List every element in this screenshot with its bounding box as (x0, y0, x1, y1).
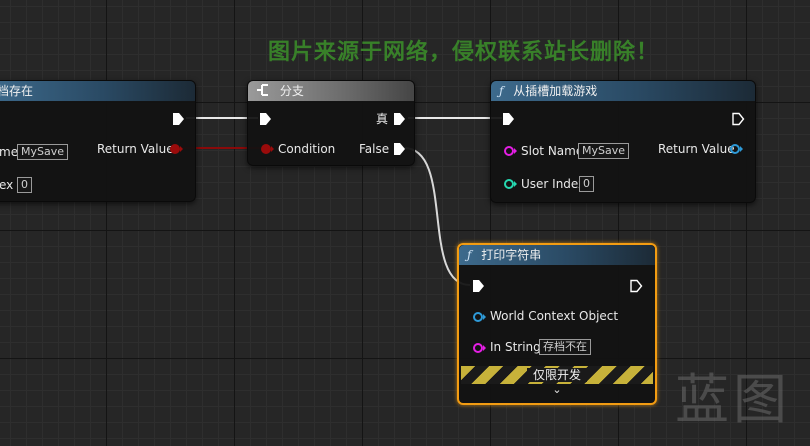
world-context-pin-icon[interactable] (472, 311, 486, 323)
slot-name-label: me (0, 145, 19, 159)
in-string-label: In String (490, 340, 541, 354)
world-context-label: World Context Object (490, 309, 619, 323)
f-function-icon: ƒ (499, 84, 504, 98)
expand-chevron-icon[interactable]: ⌄ (459, 383, 655, 396)
slot-name-pin-icon[interactable] (503, 145, 517, 157)
return-value-label: Return Value (97, 142, 174, 156)
false-label: False (359, 142, 390, 156)
node-title: 分支 (279, 84, 304, 98)
user-index-label: ex (0, 178, 14, 192)
node-header[interactable]: ƒ 从插槽加载游戏 (491, 81, 755, 101)
exec-false-pin-icon[interactable] (392, 142, 406, 156)
development-only-label: 仅限开发 (526, 368, 587, 382)
node-header[interactable]: 分支 (248, 81, 414, 101)
user-index-field[interactable]: 0 (579, 176, 594, 192)
in-string-field[interactable]: 存档不在 (539, 339, 591, 355)
exec-in-pin-icon[interactable] (501, 112, 515, 126)
watermark-corner-text: 蓝图 (675, 368, 791, 431)
development-only-banner: 仅限开发 (461, 366, 653, 384)
node-does-save-exist[interactable]: 档存在 me MySave Return Value ex 0 (0, 80, 196, 202)
branch-icon (257, 84, 268, 96)
node-title: 从插槽加载游戏 (513, 84, 598, 98)
node-title: 档存在 (0, 84, 34, 98)
exec-out-pin-icon[interactable] (171, 112, 185, 126)
slot-name-field[interactable]: MySave (578, 143, 630, 159)
true-label: 真 (376, 112, 389, 126)
return-value-pin-icon[interactable] (729, 143, 743, 155)
node-print-string[interactable]: ƒ 打印字符串 World Context Object In String 存… (457, 243, 657, 405)
user-index-pin-icon[interactable] (503, 178, 517, 190)
node-header[interactable]: ƒ 打印字符串 (459, 245, 655, 265)
watermark-top-text: 图片来源于网络，侵权联系站长删除！ (268, 40, 660, 65)
exec-in-pin-icon[interactable] (258, 112, 272, 126)
slot-name-label: Slot Name (521, 144, 584, 158)
condition-label: Condition (278, 142, 336, 156)
user-index-label: User Index (521, 177, 586, 191)
node-header[interactable]: 档存在 (0, 81, 195, 101)
exec-in-pin-icon[interactable] (471, 279, 485, 293)
f-function-icon: ƒ (467, 248, 472, 262)
exec-out-pin-icon[interactable] (629, 279, 643, 293)
node-title: 打印字符串 (481, 248, 542, 262)
return-value-pin-icon[interactable] (169, 143, 183, 155)
exec-out-pin-icon[interactable] (731, 112, 745, 126)
condition-pin-icon[interactable] (260, 143, 274, 155)
in-string-pin-icon[interactable] (472, 342, 486, 354)
slot-name-field[interactable]: MySave (17, 144, 69, 160)
user-index-field[interactable]: 0 (17, 177, 32, 193)
return-value-label: Return Value (658, 142, 735, 156)
node-load-game-from-slot[interactable]: ƒ 从插槽加载游戏 Slot Name MySave Return Value … (490, 80, 756, 203)
node-branch[interactable]: 分支 真 Condition False (247, 80, 415, 166)
exec-true-pin-icon[interactable] (392, 112, 406, 126)
